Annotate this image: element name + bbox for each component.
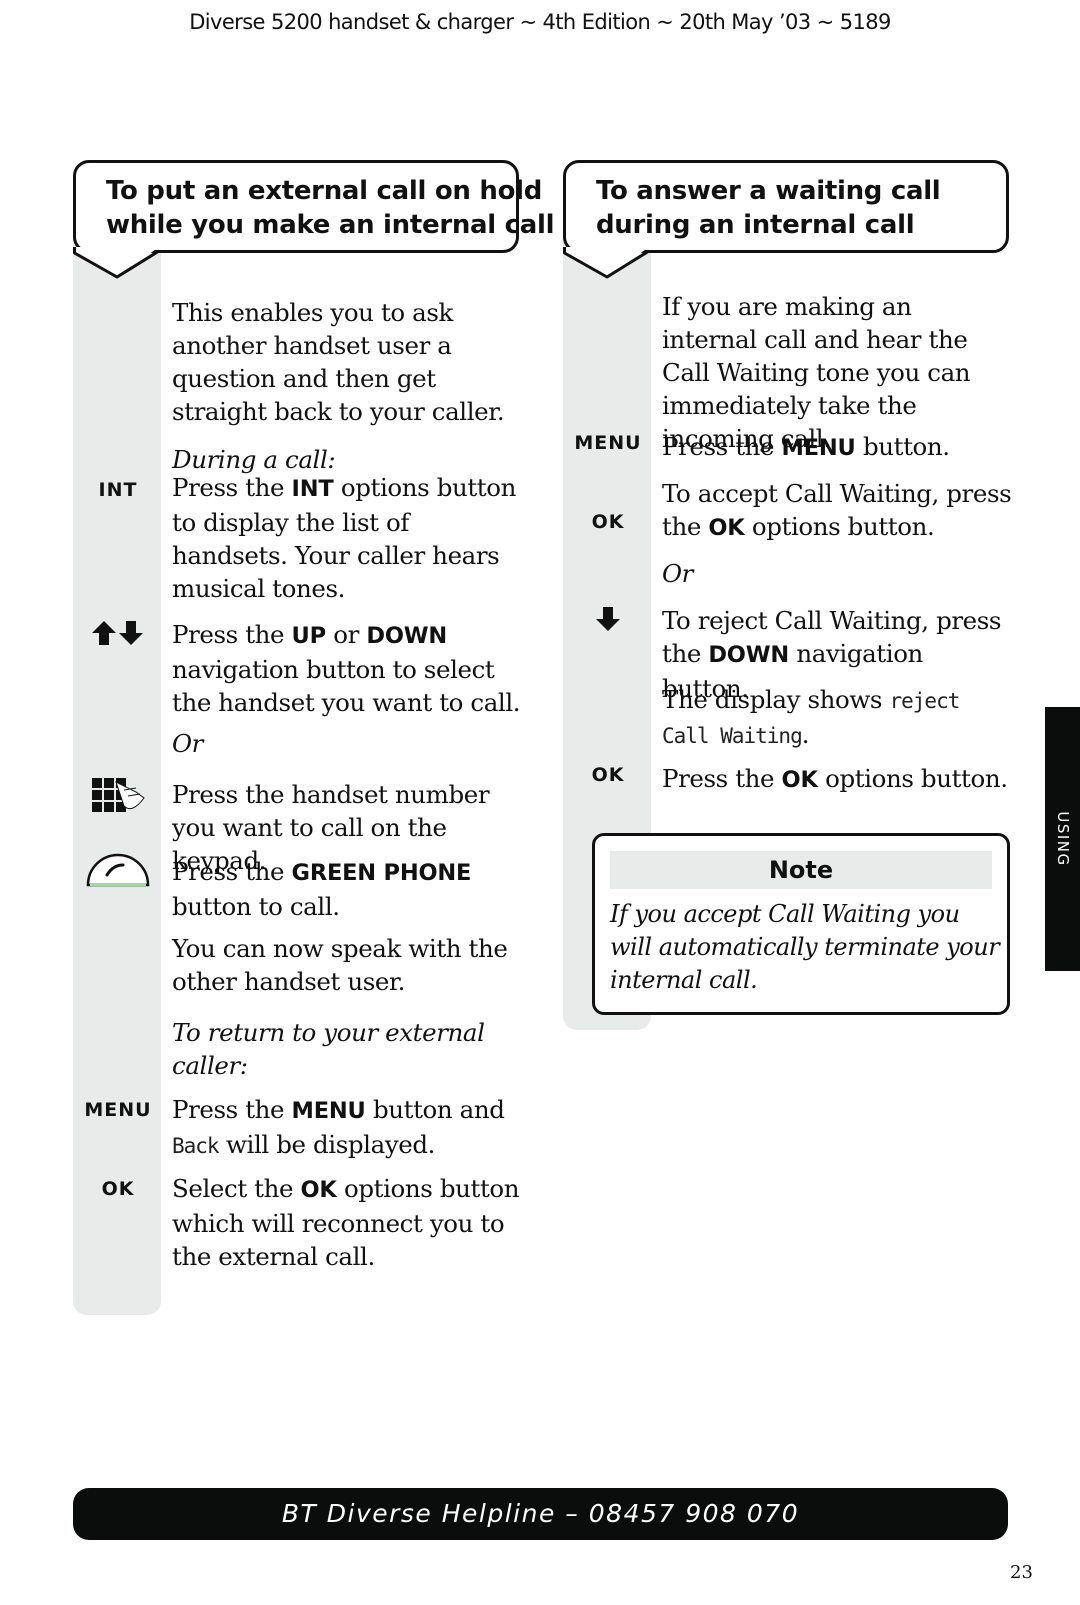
green-phone-icon bbox=[73, 851, 163, 892]
step-text: Press the GREEN PHONE button to call. bbox=[172, 857, 472, 921]
menu-button-icon: MENU bbox=[84, 1099, 152, 1121]
step-text: Press the MENU button. bbox=[662, 432, 950, 461]
step-text: Press the UP or DOWN navigation button t… bbox=[172, 620, 521, 717]
note-box: Note If you accept Call Waiting you will… bbox=[592, 833, 1010, 1015]
step-text: Press the OK options button. bbox=[662, 764, 1008, 793]
note-title: Note bbox=[610, 851, 992, 889]
down-arrow-icon bbox=[563, 606, 653, 637]
left-section: To put an external call on hold while yo… bbox=[73, 160, 555, 1315]
ok-button-icon: OK bbox=[101, 1178, 135, 1200]
step-text: To accept Call Waiting, press the OK opt… bbox=[662, 479, 1012, 541]
running-head: Diverse 5200 handset & charger ~ 4th Edi… bbox=[189, 10, 891, 34]
int-button-icon: INT bbox=[98, 479, 138, 501]
helpline-banner: BT Diverse Helpline – 08457 908 070 bbox=[73, 1488, 1008, 1540]
title-pointer bbox=[563, 247, 650, 279]
step-text: Select the OK options button which will … bbox=[172, 1174, 520, 1271]
step-text: Or bbox=[662, 559, 693, 588]
step-text: The display shows reject Call Waiting. bbox=[662, 685, 960, 749]
left-gutter bbox=[73, 200, 161, 1315]
ok-button-icon: OK bbox=[591, 511, 625, 533]
title-line: To answer a waiting call bbox=[596, 176, 941, 206]
step-text: To return to your external caller: bbox=[172, 1018, 485, 1080]
title-line: To put an external call on hold bbox=[106, 176, 543, 206]
up-down-arrows-icon bbox=[73, 620, 163, 651]
right-section-title: To answer a waiting call during an inter… bbox=[563, 160, 1009, 253]
note-body: If you accept Call Waiting you will auto… bbox=[610, 900, 1000, 994]
keypad-icon bbox=[73, 776, 163, 821]
section-tab-using[interactable]: USING bbox=[1045, 707, 1080, 971]
title-line: during an internal call bbox=[596, 210, 915, 240]
step-text: Press the INT options button to display … bbox=[172, 473, 516, 603]
section-tab-label: USING bbox=[1053, 811, 1072, 867]
left-section-title: To put an external call on hold while yo… bbox=[73, 160, 555, 253]
step-text: Or bbox=[172, 729, 203, 758]
ok-button-icon: OK bbox=[591, 764, 625, 786]
intro-text: This enables you to ask another handset … bbox=[172, 298, 505, 426]
page-number: 23 bbox=[1010, 1562, 1033, 1583]
menu-button-icon: MENU bbox=[574, 432, 642, 454]
title-line: while you make an internal call bbox=[106, 210, 555, 240]
step-text: You can now speak with the other handset… bbox=[172, 934, 508, 996]
title-pointer bbox=[73, 247, 160, 279]
step-text: Press the MENU button and Back will be d… bbox=[172, 1095, 505, 1159]
